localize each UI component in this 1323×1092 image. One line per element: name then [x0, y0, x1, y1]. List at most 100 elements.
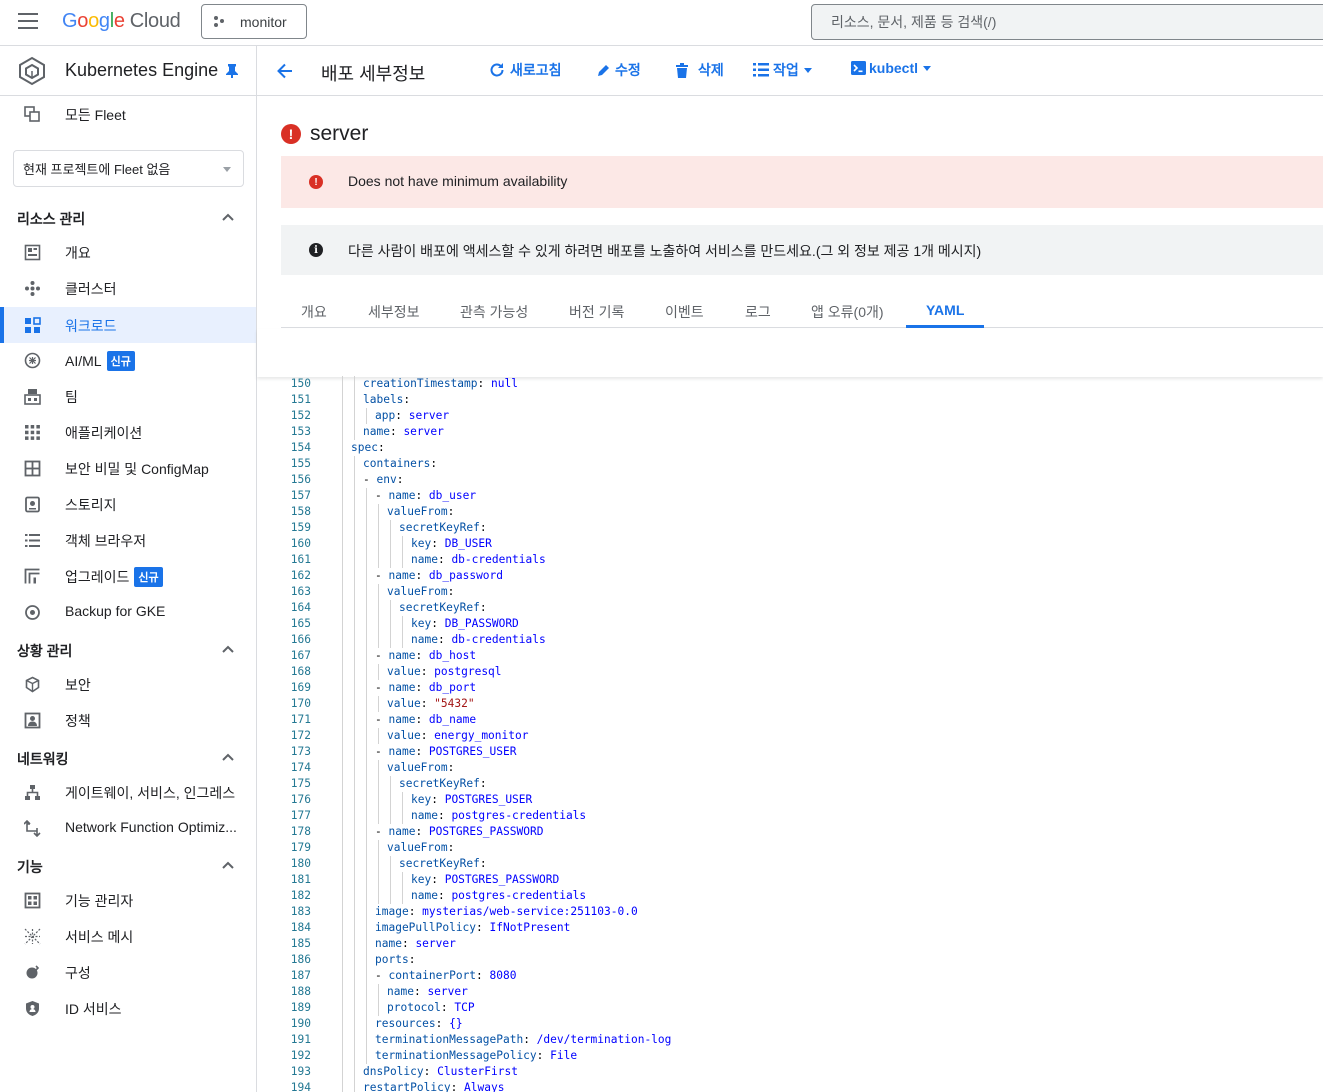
- project-picker-button[interactable]: monitor: [201, 4, 307, 39]
- sidebar-item-overview[interactable]: 개요: [0, 234, 256, 270]
- code-text: name: server: [387, 985, 468, 998]
- chevron-up-icon[interactable]: [222, 645, 234, 653]
- indent-guide: [378, 696, 379, 712]
- code-line: 150 creationTimestamp: null: [281, 376, 1321, 392]
- indent-guide: [342, 600, 343, 616]
- indent-guide: [354, 1032, 355, 1048]
- delete-button[interactable]: 삭제: [675, 60, 724, 80]
- sidebar-item-teams[interactable]: 팀: [0, 378, 256, 414]
- section-features[interactable]: 기능: [17, 857, 43, 877]
- indent-guide: [366, 584, 367, 600]
- secrets-configmap-icon: [24, 460, 41, 477]
- chevron-up-icon[interactable]: [222, 861, 234, 869]
- sidebar-item-network-function[interactable]: Network Function Optimiz...: [0, 810, 256, 846]
- arrow-back-icon[interactable]: [275, 61, 295, 81]
- actions-menu-button[interactable]: 작업: [753, 60, 812, 80]
- indent-guide: [342, 376, 343, 392]
- sidebar-item-object-browser[interactable]: 객체 브라우저: [0, 522, 256, 558]
- sidebar-item-config[interactable]: 구성: [0, 954, 256, 990]
- search-input[interactable]: 리소스, 문서, 제품 등 검색(/): [811, 4, 1323, 40]
- sidebar-item-backup[interactable]: Backup for GKE: [0, 594, 256, 630]
- pin-icon[interactable]: [226, 64, 238, 78]
- indent-guide: [390, 856, 391, 872]
- sidebar-item-label: Network Function Optimiz...: [65, 819, 237, 835]
- error-status-icon: !: [281, 124, 301, 144]
- code-line: 171 - name: db_name: [281, 712, 1321, 728]
- sidebar-item-storage[interactable]: 스토리지: [0, 486, 256, 522]
- terminal-icon: [851, 61, 866, 75]
- kubectl-menu-button[interactable]: kubectl: [851, 60, 932, 76]
- indent-guide: [402, 552, 403, 568]
- indent-guide: [390, 552, 391, 568]
- indent-guide: [366, 536, 367, 552]
- code-line: 167 - name: db_host: [281, 648, 1321, 664]
- tab-app-errors[interactable]: 앱 오류(0개): [811, 302, 884, 322]
- logo-cloud-text: Cloud: [129, 10, 181, 32]
- edit-button[interactable]: 수정: [597, 60, 641, 80]
- line-number: 171: [290, 713, 311, 726]
- code-text: - containerPort: 8080: [375, 969, 517, 982]
- info-banner[interactable]: i 다른 사람이 배포에 액세스할 수 있게 하려면 배포를 노출하여 서비스를…: [281, 225, 1323, 275]
- indent-guide: [342, 728, 343, 744]
- indent-guide: [378, 536, 379, 552]
- sidebar-item-upgrade[interactable]: 업그레이드 신규: [0, 558, 256, 594]
- sidebar-item-policy[interactable]: 정책: [0, 702, 256, 738]
- tab-observability[interactable]: 관측 가능성: [460, 302, 528, 322]
- code-line: 152 app: server: [281, 408, 1321, 424]
- line-number: 155: [290, 457, 311, 470]
- sidebar-item-applications[interactable]: 애플리케이션: [0, 414, 256, 450]
- indent-guide: [354, 920, 355, 936]
- page-title: 배포 세부정보: [321, 64, 426, 84]
- indent-guide: [342, 472, 343, 488]
- tab-logs[interactable]: 로그: [745, 302, 771, 322]
- fleet-select[interactable]: 현재 프로젝트에 Fleet 없음: [13, 150, 244, 187]
- code-line: 153 name: server: [281, 424, 1321, 440]
- sidebar-item-clusters[interactable]: 클러스터: [0, 270, 256, 306]
- section-posture-management[interactable]: 상황 관리: [17, 641, 72, 661]
- indent-guide: [342, 1016, 343, 1032]
- indent-guide: [354, 936, 355, 952]
- sidebar-item-security[interactable]: 보안: [0, 666, 256, 702]
- sidebar-item-identity-service[interactable]: ID 서비스: [0, 990, 256, 1026]
- yaml-editor[interactable]: 150 creationTimestamp: null 151 labels: 152 a…: [281, 376, 1323, 1092]
- tab-revision-history[interactable]: 버전 기록: [569, 302, 624, 322]
- refresh-button[interactable]: 새로고침: [488, 60, 562, 80]
- section-networking[interactable]: 네트워킹: [17, 749, 69, 769]
- chevron-up-icon[interactable]: [222, 753, 234, 761]
- code-line: 162 - name: db_password: [281, 568, 1321, 584]
- page-toolbar: 배포 세부정보 새로고침 수정 삭제 작업 kubectl: [257, 46, 1323, 96]
- indent-guide: [390, 872, 391, 888]
- tab-yaml[interactable]: YAML: [926, 302, 964, 318]
- sidebar-item-ai-ml[interactable]: AI/ML 신규: [0, 342, 256, 378]
- indent-guide: [402, 792, 403, 808]
- code-text: creationTimestamp: null: [363, 377, 518, 390]
- code-text: secretKeyRef:: [399, 521, 487, 534]
- sidebar-item-gateway[interactable]: 게이트웨이, 서비스, 인그레스: [0, 774, 256, 810]
- line-number: 184: [290, 921, 311, 934]
- chevron-up-icon[interactable]: [222, 213, 234, 221]
- indent-guide: [342, 936, 343, 952]
- indent-guide: [378, 504, 379, 520]
- tab-events[interactable]: 이벤트: [665, 302, 704, 322]
- google-cloud-logo[interactable]: Google Cloud: [62, 10, 181, 33]
- service-mesh-icon: [24, 928, 41, 945]
- tab-details[interactable]: 세부정보: [368, 302, 420, 322]
- main-menu-icon[interactable]: [18, 13, 38, 31]
- code-line: 186 ports:: [281, 952, 1321, 968]
- indent-guide: [342, 1048, 343, 1064]
- indent-guide: [354, 872, 355, 888]
- code-line: 163 valueFrom:: [281, 584, 1321, 600]
- tab-overview[interactable]: 개요: [301, 302, 327, 322]
- indent-guide: [354, 1048, 355, 1064]
- sidebar-item-workloads[interactable]: 워크로드: [0, 307, 256, 343]
- indent-guide: [342, 856, 343, 872]
- sidebar-item-all-fleets[interactable]: 모든 Fleet: [0, 96, 256, 132]
- code-line: 176 key: POSTGRES_USER: [281, 792, 1321, 808]
- indent-guide: [354, 856, 355, 872]
- sidebar-item-service-mesh[interactable]: 서비스 메시: [0, 918, 256, 954]
- section-resource-management[interactable]: 리소스 관리: [17, 209, 85, 229]
- sidebar-item-secrets-configmap[interactable]: 보안 비밀 및 ConfigMap: [0, 450, 256, 486]
- sidebar-item-feature-manager[interactable]: 기능 관리자: [0, 882, 256, 918]
- chevron-down-icon: [923, 65, 932, 71]
- line-number: 190: [290, 1017, 311, 1030]
